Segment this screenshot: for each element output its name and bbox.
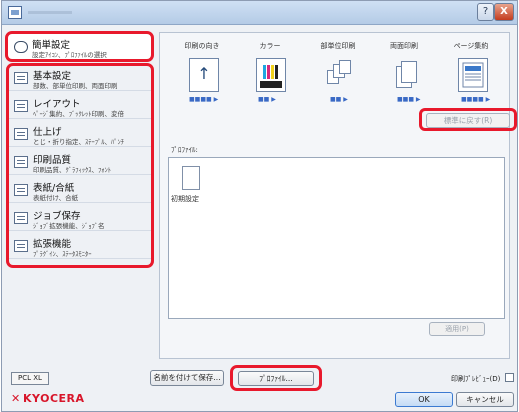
color-shortcut[interactable] xyxy=(256,58,286,92)
sidebar-item-description: 部数、部単位印刷、両面印刷 xyxy=(33,82,118,90)
column-header-collate: 部単位印刷 xyxy=(320,42,356,50)
sidebar-item-description: ﾌﾟﾗｸﾞｲﾝ、ｽﾃｰﾀｽﾓﾆﾀｰ xyxy=(33,250,92,258)
orientation-shortcut[interactable]: ↑ xyxy=(189,58,219,92)
quick-setup-icon xyxy=(14,41,28,53)
column-header-color: カラー xyxy=(259,42,281,50)
sidebar-item-quality[interactable]: 印刷品質 印刷品質、ｸﾞﾗﾌｨｯｸｽ、ﾌｫﾝﾄ xyxy=(9,150,151,175)
logo-text: KYOCERA xyxy=(23,392,85,405)
kyocera-mark-icon: ✕ xyxy=(11,392,21,405)
basic-settings-icon xyxy=(14,72,28,84)
option-indicator: ■■ ▶ xyxy=(330,96,348,103)
help-button[interactable]: ? xyxy=(477,3,494,21)
option-indicator: ■■■ ▶ xyxy=(397,96,421,103)
sidebar-item-description: 印刷品質、ｸﾞﾗﾌｨｯｸｽ、ﾌｫﾝﾄ xyxy=(33,166,111,174)
print-quality-icon xyxy=(14,156,28,168)
nup-shortcut[interactable] xyxy=(458,58,488,92)
option-indicator: ■■■■ ▶ xyxy=(189,96,219,103)
apply-button[interactable]: 適用(P) xyxy=(429,322,485,336)
sidebar-item-description: 表紙付け、合紙 xyxy=(33,194,79,202)
profile-label: ﾌﾟﾛﾌｧｲﾙ: xyxy=(171,146,198,154)
profile-highlight: ﾌﾟﾛﾌｧｲﾙ... xyxy=(230,365,322,391)
column-header-nup: ページ集約 xyxy=(453,42,489,50)
collate-shortcut[interactable] xyxy=(323,58,353,92)
cmyk-icon xyxy=(260,65,282,88)
option-indicator: ■■ ▶ xyxy=(258,96,276,103)
ok-button[interactable]: OK xyxy=(395,392,453,407)
column-header-orientation: 印刷の向き xyxy=(184,42,220,50)
reset-highlight: 標準に戻す(R) xyxy=(419,108,517,131)
print-preview-label: 印刷ﾌﾟﾚﾋﾞｭｰ(D) xyxy=(451,375,501,383)
sidebar-item-job[interactable]: ジョブ保存 ｼﾞｮﾌﾞ拡張機能、ｼﾞｮﾌﾞ名 xyxy=(9,206,151,231)
option-indicator: ■■■■ ▶ xyxy=(461,96,491,103)
save-as-button[interactable]: 名前を付けて保存... xyxy=(150,370,224,386)
window-title xyxy=(28,7,88,18)
printer-app-icon xyxy=(8,6,22,19)
page-icon xyxy=(339,60,351,74)
layout-icon xyxy=(14,100,28,112)
sidebar-item-description: とじ・折り指定、ｽﾃｰﾌﾟﾙ、ﾊﾟﾝﾁ xyxy=(33,138,124,146)
sidebar-item-description: 設定ｱｲｺﾝ、ﾌﾟﾛﾌｧｲﾙの選択 xyxy=(32,51,107,59)
sidebar-menu: 基本設定 部数、部単位印刷、両面印刷 レイアウト ﾍﾟｰｼﾞ集約、ﾌﾞｯｸﾚｯﾄ… xyxy=(6,63,154,268)
sidebar-item-description: ﾍﾟｰｼﾞ集約、ﾌﾞｯｸﾚｯﾄ印刷、変倍 xyxy=(33,110,124,118)
sidebar-item-quick-setup[interactable]: 簡単設定 設定ｱｲｺﾝ、ﾌﾟﾛﾌｧｲﾙの選択 xyxy=(5,31,154,62)
job-storage-icon xyxy=(14,212,28,224)
reset-defaults-button[interactable]: 標準に戻す(R) xyxy=(426,113,510,128)
sidebar-item-basic[interactable]: 基本設定 部数、部単位印刷、両面印刷 xyxy=(9,66,151,91)
title-bar: ? X xyxy=(2,1,517,25)
finishing-icon xyxy=(14,128,28,140)
sidebar-item-layout[interactable]: レイアウト ﾍﾟｰｼﾞ集約、ﾌﾞｯｸﾚｯﾄ印刷、変倍 xyxy=(9,94,151,119)
document-icon[interactable] xyxy=(182,166,200,190)
cover-page-icon xyxy=(14,184,28,196)
profile-item-name[interactable]: 初期設定 xyxy=(171,194,199,204)
print-preview-checkbox[interactable] xyxy=(505,373,514,382)
arrow-up-icon: ↑ xyxy=(197,64,211,83)
advanced-icon xyxy=(14,240,28,252)
cancel-button[interactable]: キャンセル xyxy=(456,392,514,407)
close-button[interactable]: X xyxy=(494,3,514,21)
sidebar-item-advanced[interactable]: 拡張機能 ﾌﾟﾗｸﾞｲﾝ、ｽﾃｰﾀｽﾓﾆﾀｰ xyxy=(9,234,151,259)
sidebar-item-cover[interactable]: 表紙/合紙 表紙付け、合紙 xyxy=(9,178,151,203)
pdl-badge[interactable]: PCL XL xyxy=(11,372,49,385)
duplex-shortcut[interactable] xyxy=(390,58,420,92)
page-layout-icon xyxy=(462,62,484,88)
column-header-duplex: 両面印刷 xyxy=(390,42,418,50)
quick-setup-panel: 印刷の向き カラー 部単位印刷 両面印刷 ページ集約 ↑ ■■■■ ▶ ■■ ▶… xyxy=(159,32,517,359)
sidebar-item-description: ｼﾞｮﾌﾞ拡張機能、ｼﾞｮﾌﾞ名 xyxy=(33,222,105,230)
sidebar-item-finishing[interactable]: 仕上げ とじ・折り指定、ｽﾃｰﾌﾟﾙ、ﾊﾟﾝﾁ xyxy=(9,122,151,147)
profile-button[interactable]: ﾌﾟﾛﾌｧｲﾙ... xyxy=(238,371,314,386)
page-icon xyxy=(401,61,417,83)
profile-list[interactable]: 初期設定 xyxy=(168,157,505,319)
